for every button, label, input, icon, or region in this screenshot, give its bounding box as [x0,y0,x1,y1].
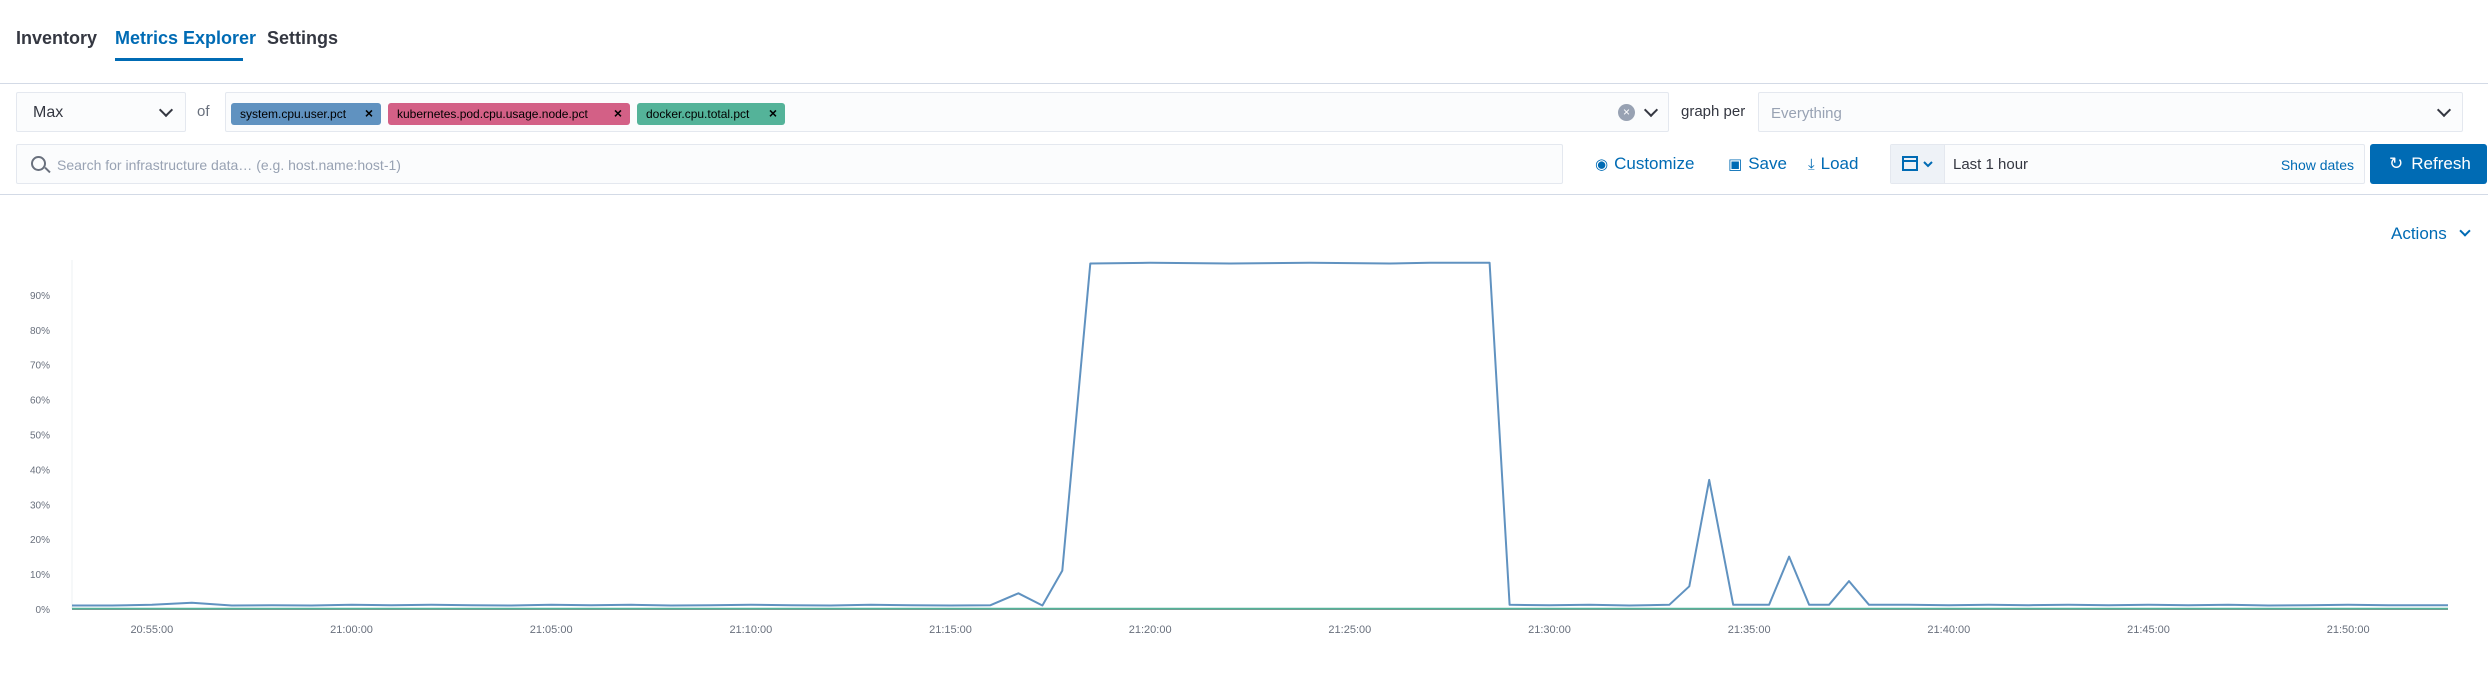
active-tab-indicator [115,58,243,61]
y-tick-label: 10% [30,570,50,581]
y-tick-label: 70% [30,361,50,372]
y-tick-label: 30% [30,500,50,511]
x-tick-label: 21:10:00 [729,624,772,636]
load-button[interactable]: ⤓ Load [1808,154,1858,174]
save-icon: ▣ [1728,156,1743,173]
metric-pill: docker.cpu.total.pct × [637,103,785,125]
divider [0,194,2488,195]
remove-metric-icon[interactable]: × [614,105,622,121]
metrics-chart: 0% 10% 20% 30% 40% 50% 60% 70% 80% 90% 20:55:00 21… [30,260,2448,636]
of-label: of [197,103,210,120]
x-tick-label: 21:30:00 [1528,624,1571,636]
customize-button[interactable]: ◉ Customize [1595,154,1694,174]
x-tick-label: 21:15:00 [929,624,972,636]
metrics-combobox[interactable]: system.cpu.user.pct × kubernetes.pod.cpu… [225,92,1669,132]
time-range-value[interactable]: Last 1 hour [1953,156,2028,173]
chevron-down-icon [2436,102,2452,118]
tab-inventory[interactable]: Inventory [16,28,97,49]
x-tick-label: 21:50:00 [2327,624,2370,636]
y-tick-label: 20% [30,535,50,546]
search-icon [31,156,46,171]
customize-label: Customize [1614,154,1695,173]
x-tick-label: 21:05:00 [530,624,573,636]
metric-pill: system.cpu.user.pct × [231,103,381,125]
y-tick-label: 0% [36,605,51,616]
x-tick-label: 21:00:00 [330,624,373,636]
aggregation-select[interactable]: Max [16,92,186,132]
download-icon: ⤓ [1808,156,1815,173]
toolbar-row: ◉ Customize ▣ Save ⤓ Load Last 1 hour Show … [0,144,2488,186]
x-tick-label: 20:55:00 [130,624,173,636]
search-bar [16,144,1563,184]
y-tick-label: 60% [30,396,50,407]
group-by-select[interactable]: Everything [1758,92,2463,132]
series-line-system-cpu-user-pct [72,261,2448,607]
tab-metrics-explorer[interactable]: Metrics Explorer [115,28,256,49]
metric-pill: kubernetes.pod.cpu.usage.node.pct × [388,103,630,125]
remove-metric-icon[interactable]: × [769,105,777,121]
graph-per-label: graph per [1681,103,1746,120]
y-tick-label: 50% [30,431,50,442]
search-input[interactable] [57,154,1537,176]
y-tick-label: 90% [30,291,50,302]
x-tick-label: 21:25:00 [1328,624,1371,636]
remove-metric-icon[interactable]: × [365,105,373,121]
chevron-down-icon [2459,225,2472,237]
metrics-query-row: Max of system.cpu.user.pct × kubernetes.… [0,92,2488,134]
eye-icon: ◉ [1595,156,1609,173]
y-axis: 0% 10% 20% 30% 40% 50% 60% 70% 80% 90% [30,260,73,616]
x-tick-label: 21:45:00 [2127,624,2170,636]
y-tick-label: 80% [30,326,50,337]
save-button[interactable]: ▣ Save [1728,154,1787,174]
x-tick-label: 21:40:00 [1927,624,1970,636]
chevron-down-icon[interactable] [1643,102,1659,118]
load-label: Load [1820,154,1859,173]
metric-pill-label: system.cpu.user.pct [240,107,347,121]
top-tabs: Inventory Metrics Explorer Settings [0,0,2488,84]
show-dates-link[interactable]: Show dates [2281,157,2354,173]
aggregation-value: Max [33,104,64,121]
y-tick-label: 40% [30,465,50,476]
metric-pill-label: kubernetes.pod.cpu.usage.node.pct [397,107,588,121]
clear-icon[interactable]: × [1618,104,1635,121]
chevron-down-icon [158,102,174,118]
calendar-icon [1902,156,1933,171]
tab-settings[interactable]: Settings [267,28,338,49]
quick-select-button[interactable] [1891,145,1945,183]
refresh-icon: ↻ [2389,154,2404,173]
refresh-button[interactable]: ↻ Refresh [2370,144,2487,184]
x-tick-label: 21:35:00 [1728,624,1771,636]
x-axis: 20:55:00 21:00:00 21:05:00 21:10:00 21:15:00… [130,624,2369,636]
date-picker: Last 1 hour Show dates [1890,144,2365,184]
refresh-label: Refresh [2411,154,2471,173]
save-label: Save [1748,154,1787,173]
metric-pill-label: docker.cpu.total.pct [646,107,750,121]
group-by-placeholder: Everything [1771,105,1842,122]
chart-series [72,261,2448,610]
actions-label: Actions [2391,224,2447,243]
actions-button[interactable]: Actions [2391,224,2472,244]
x-tick-label: 21:20:00 [1129,624,1172,636]
